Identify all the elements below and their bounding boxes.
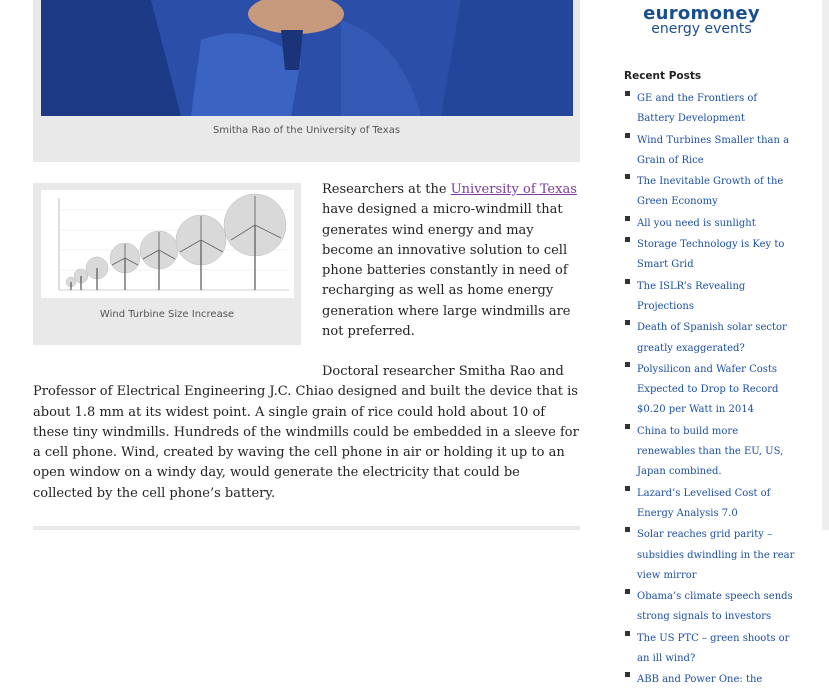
square-bullet-icon — [625, 91, 630, 96]
scrollbar-track[interactable] — [822, 0, 829, 530]
university-link[interactable]: University of Texas — [451, 182, 577, 197]
hero-caption: Smitha Rao of the University of Texas — [212, 125, 401, 136]
intro-paragraph: Researchers at the University of Texas h… — [322, 180, 578, 342]
para1-end: have designed a micro-windmill that gene… — [322, 202, 571, 340]
square-bullet-icon — [625, 361, 630, 367]
square-bullet-icon — [625, 423, 630, 429]
euromoney-logo[interactable]: euromoney energy events — [634, 4, 769, 37]
square-bullet-icon — [625, 174, 630, 180]
list-item: Storage Technology is Key to Smart Grid — [624, 232, 796, 273]
square-bullet-icon — [625, 485, 630, 491]
list-item: GE and the Frontiers of Battery Developm… — [624, 86, 796, 127]
body-paragraph: Doctoral researcher Smitha Rao and Profe… — [33, 362, 580, 504]
square-bullet-icon — [625, 237, 630, 243]
recent-post-link[interactable]: ABB and Power One: the — [637, 674, 762, 685]
recent-post-link[interactable]: Polysilicon and Wafer Costs Expected to … — [637, 364, 778, 416]
square-bullet-icon — [625, 278, 630, 284]
list-item: Obama’s climate speech sends strong sign… — [624, 584, 796, 625]
next-section-divider — [33, 526, 580, 530]
list-item: Death of Spanish solar sector greatly ex… — [624, 315, 796, 356]
recent-post-link[interactable]: The US PTC – green shoots or an ill wind… — [637, 633, 789, 664]
recent-post-link[interactable]: The ISLR’s Revealing Projections — [637, 281, 745, 312]
list-item: The Inevitable Growth of the Green Econo… — [624, 169, 796, 210]
para1-start: Researchers at the — [322, 182, 451, 197]
square-bullet-icon — [625, 215, 630, 221]
recent-post-link[interactable]: All you need is sunlight — [637, 218, 756, 229]
recent-post-link[interactable]: The Inevitable Growth of the Green Econo… — [637, 176, 783, 207]
list-item: Wind Turbines Smaller than a Grain of Ri… — [624, 128, 796, 169]
recent-post-link[interactable]: Lazard’s Levelised Cost of Energy Analys… — [637, 488, 770, 519]
recent-post-link[interactable]: Death of Spanish solar sector greatly ex… — [637, 322, 787, 353]
recent-posts-heading: Recent Posts — [624, 70, 702, 82]
square-bullet-icon — [625, 320, 630, 326]
square-bullet-icon — [625, 589, 630, 595]
turbine-figure: Wind Turbine Size Increase — [33, 183, 301, 345]
para2-text: Doctoral researcher Smitha Rao and Profe… — [33, 364, 579, 501]
recent-posts-list: GE and the Frontiers of Battery Developm… — [624, 86, 796, 689]
logo-subtitle: energy events — [651, 21, 752, 37]
recent-post-link[interactable]: Solar reaches grid parity – subsidies dw… — [637, 529, 794, 581]
list-item: ABB and Power One: the — [624, 667, 796, 687]
recent-post-link[interactable]: China to build more renewables than the … — [637, 426, 783, 478]
hero-figure: Smitha Rao of the University of Texas — [33, 0, 580, 162]
recent-post-link[interactable]: Obama’s climate speech sends strong sign… — [637, 591, 793, 622]
recent-post-link[interactable]: Storage Technology is Key to Smart Grid — [637, 239, 784, 270]
figure-caption: Wind Turbine Size Increase — [99, 309, 235, 320]
list-item: The US PTC – green shoots or an ill wind… — [624, 626, 796, 667]
square-bullet-icon — [625, 672, 630, 678]
recent-post-link[interactable]: Wind Turbines Smaller than a Grain of Ri… — [637, 135, 789, 166]
list-item: All you need is sunlight — [624, 211, 796, 231]
list-item: Polysilicon and Wafer Costs Expected to … — [624, 357, 796, 418]
list-item: Lazard’s Levelised Cost of Energy Analys… — [624, 481, 796, 522]
recent-post-link[interactable]: GE and the Frontiers of Battery Developm… — [637, 93, 757, 124]
turbine-size-image — [41, 190, 294, 298]
researcher-photo — [41, 0, 573, 116]
square-bullet-icon — [625, 132, 630, 138]
list-item: Solar reaches grid parity – subsidies dw… — [624, 522, 796, 583]
list-item: China to build more renewables than the … — [624, 419, 796, 480]
square-bullet-icon — [625, 630, 630, 636]
list-item: The ISLR’s Revealing Projections — [624, 274, 796, 315]
